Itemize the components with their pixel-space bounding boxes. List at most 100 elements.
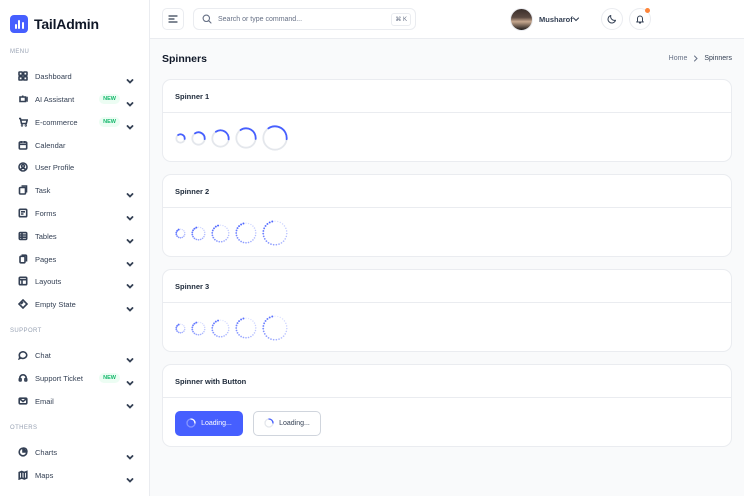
- chevron-down-icon[interactable]: [126, 118, 134, 130]
- spinner-icon: [262, 125, 288, 151]
- new-badge: NEW: [99, 94, 120, 104]
- sidebar-item-label: Tables: [35, 231, 57, 241]
- sidebar-item-maps[interactable]: Maps: [10, 466, 136, 484]
- sidebar-item-label: Pages: [35, 254, 57, 264]
- notification-dot: [645, 8, 650, 13]
- chevron-down-icon[interactable]: [126, 277, 134, 289]
- chevron-down-icon[interactable]: [126, 255, 134, 267]
- sidebar-item-tables[interactable]: Tables: [10, 227, 136, 245]
- chevron-down-icon[interactable]: [126, 374, 134, 386]
- sidebar-item-label: Task: [35, 185, 51, 195]
- top-header: Search or type command... ⌘ K Musharof: [150, 0, 744, 39]
- card-title: Spinner 2: [175, 186, 210, 196]
- sidebar-item-label: User Profile: [35, 162, 75, 172]
- chevron-down-icon[interactable]: [126, 209, 134, 221]
- spinner-icon: [191, 226, 206, 241]
- user-circle-icon: [18, 162, 28, 172]
- sidebar-item-chat[interactable]: Chat: [10, 346, 136, 364]
- chevron-down-icon[interactable]: [126, 351, 134, 363]
- card-title: Spinner 1: [175, 91, 210, 101]
- breadcrumb-home-link[interactable]: Home: [669, 55, 688, 62]
- search-input[interactable]: Search or type command... ⌘ K: [193, 8, 416, 30]
- ai-icon: [18, 94, 28, 104]
- sidebar-item-user-profile[interactable]: User Profile: [10, 158, 136, 176]
- pages-icon: [18, 254, 28, 264]
- spinner-icon: [235, 317, 257, 339]
- spinner-icon: [211, 224, 230, 243]
- chevron-down-icon[interactable]: [126, 95, 134, 107]
- sidebar-item-label: Empty State: [35, 299, 76, 309]
- spinner-icon: [175, 228, 186, 239]
- spinner-icon: [262, 315, 288, 341]
- search-shortcut: ⌘ K: [391, 12, 411, 26]
- grid-icon: [18, 71, 28, 81]
- forms-icon: [18, 208, 28, 218]
- brand-logo[interactable]: TailAdmin: [10, 15, 99, 33]
- chevron-down-icon[interactable]: [126, 448, 134, 460]
- chevron-down-icon[interactable]: [126, 471, 134, 483]
- chevron-down-icon[interactable]: [126, 232, 134, 244]
- task-icon: [18, 185, 28, 195]
- spinner-icon: [264, 418, 274, 428]
- sidebar-item-label: Support Ticket: [35, 373, 83, 383]
- brand-name: TailAdmin: [34, 16, 99, 32]
- section-label-support: SUPPORT: [10, 328, 42, 334]
- sidebar-item-empty-state[interactable]: Empty State: [10, 295, 136, 313]
- sidebar-item-email[interactable]: Email: [10, 392, 136, 410]
- chevron-down-icon[interactable]: [126, 300, 134, 312]
- sidebar-item-support-ticket[interactable]: Support Ticket NEW: [10, 369, 136, 387]
- sidebar-item-label: Email: [35, 396, 54, 406]
- spinner-icon: [211, 319, 230, 338]
- user-name[interactable]: Musharof: [539, 15, 573, 24]
- sidebar-item-label: Chat: [35, 350, 51, 360]
- spinner-icon: [175, 132, 186, 144]
- loading-primary-label: Loading...: [201, 419, 232, 427]
- avatar[interactable]: [510, 8, 533, 31]
- sidebar-item-calendar[interactable]: Calendar: [10, 136, 136, 154]
- dark-mode-toggle[interactable]: [601, 8, 623, 30]
- spinner-icon: [186, 418, 196, 428]
- spinner-icon: [191, 321, 206, 336]
- chevron-down-icon[interactable]: [572, 15, 580, 23]
- notifications-button[interactable]: [629, 8, 651, 30]
- page-title: Spinners: [162, 53, 207, 65]
- sidebar-item-forms[interactable]: Forms: [10, 204, 136, 222]
- spinner-card-2: Spinner 2: [162, 174, 732, 257]
- section-label-others: OTHERS: [10, 425, 38, 431]
- chevron-down-icon[interactable]: [126, 397, 134, 409]
- chevron-down-icon[interactable]: [126, 186, 134, 198]
- sidebar-item-charts[interactable]: Charts: [10, 443, 136, 461]
- sidebar-toggle-button[interactable]: [162, 8, 184, 30]
- sidebar-item-dashboard[interactable]: Dashboard: [10, 67, 136, 85]
- sidebar-item-label: Dashboard: [35, 71, 72, 81]
- new-badge: NEW: [99, 117, 120, 127]
- spinner-icon: [211, 128, 230, 148]
- sidebar-item-ai-assistant[interactable]: AI Assistant NEW: [10, 90, 136, 108]
- sidebar-item-layouts[interactable]: Layouts: [10, 272, 136, 290]
- spinner-row: [163, 303, 731, 353]
- sidebar-item-label: AI Assistant: [35, 94, 75, 104]
- breadcrumb-current: Spinners: [704, 55, 732, 62]
- sidebar-item-label: E-commerce: [35, 117, 78, 127]
- spinner-icon: [191, 130, 206, 146]
- loading-primary-button[interactable]: Loading...: [175, 410, 243, 436]
- loading-secondary-label: Loading...: [279, 419, 310, 427]
- layout-icon: [18, 276, 28, 286]
- spinner-icon: [262, 220, 288, 246]
- sidebar-item-label: Maps: [35, 470, 54, 480]
- search-icon: [202, 14, 212, 24]
- card-title: Spinner 3: [175, 281, 210, 291]
- bell-icon: [636, 15, 644, 24]
- sidebar-item-e-commerce[interactable]: E-commerce NEW: [10, 113, 136, 131]
- search-placeholder: Search or type command...: [218, 15, 303, 23]
- sidebar-item-task[interactable]: Task: [10, 181, 136, 199]
- spinner-button-card: Spinner with Button Loading... Loading..…: [162, 364, 732, 447]
- spinner-row: [163, 113, 731, 163]
- chat-icon: [18, 350, 28, 360]
- chevron-down-icon[interactable]: [126, 72, 134, 84]
- loading-secondary-button[interactable]: Loading...: [253, 410, 321, 436]
- new-badge: NEW: [99, 373, 120, 383]
- sidebar-item-pages[interactable]: Pages: [10, 250, 136, 268]
- spinner-card-3: Spinner 3: [162, 269, 732, 352]
- table-icon: [18, 231, 28, 241]
